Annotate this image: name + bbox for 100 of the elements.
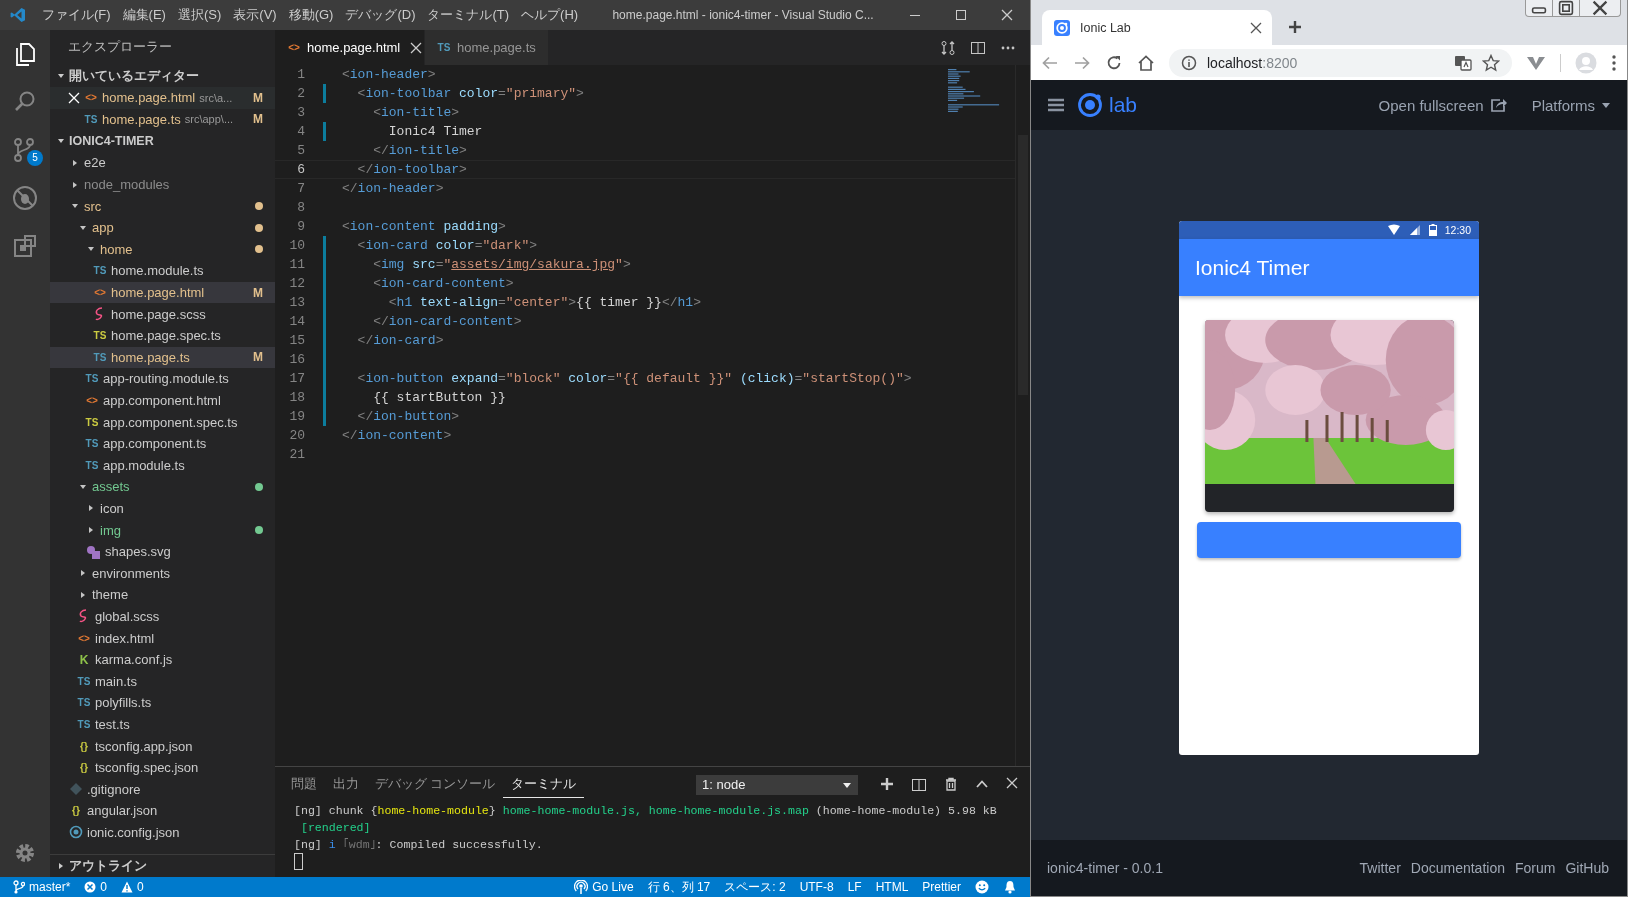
menu-item[interactable]: 編集(E) (116, 0, 172, 30)
folder-item[interactable]: e2e (50, 152, 275, 174)
folder-item[interactable]: environments (50, 562, 275, 585)
menu-item[interactable]: ヘルプ(H) (515, 0, 585, 30)
editor-tab[interactable]: <> home.page.html (275, 30, 425, 65)
status-item[interactable]: master* (6, 880, 78, 894)
folder-item[interactable]: app (50, 216, 275, 239)
line-number: 20 (288, 427, 305, 445)
footer-link[interactable]: Forum (1514, 860, 1556, 876)
status-item[interactable]: 0 (77, 880, 115, 894)
section-header[interactable]: 開いているエディター (50, 65, 275, 87)
home-icon[interactable] (1137, 53, 1155, 72)
file-item[interactable]: TS home.page.ts M (50, 346, 275, 369)
status-item[interactable]: Prettier (915, 880, 968, 894)
close-icon[interactable] (1250, 21, 1262, 34)
file-item[interactable]: TS home.page.spec.ts (50, 324, 275, 347)
status-item[interactable]: 0 (114, 880, 151, 894)
ts-file-icon: TS (85, 438, 99, 450)
menu-item[interactable]: 選択(S) (171, 0, 228, 30)
editor-tab[interactable]: TS home.page.ts (425, 30, 549, 65)
browser-tab[interactable]: Ionic Lab (1042, 10, 1272, 45)
branch-icon (13, 880, 25, 894)
star-icon[interactable] (1482, 53, 1500, 72)
folder-item[interactable]: icon (50, 497, 275, 520)
open-editor-item[interactable]: TS home.page.ts src\app\... M (50, 108, 275, 131)
file-item[interactable]: home.page.scss (50, 303, 275, 325)
file-item[interactable]: TS polyfills.ts (50, 692, 275, 714)
footer-link[interactable]: GitHub (1565, 860, 1609, 876)
file-item[interactable]: <> index.html (50, 627, 275, 649)
file-item[interactable]: TS main.ts (50, 670, 275, 693)
settings-icon[interactable] (13, 841, 37, 865)
open-editor-item[interactable]: <> home.page.html src\a... M (50, 87, 275, 109)
external-link-icon (1489, 97, 1508, 113)
file-item[interactable]: {} tsconfig.app.json (50, 735, 275, 757)
translate-icon[interactable] (1454, 53, 1472, 72)
file-item[interactable]: <> app.component.html (50, 389, 275, 412)
open-fullscreen-link[interactable]: Open fullscreen (1378, 96, 1508, 114)
maximize-icon[interactable] (955, 9, 967, 21)
more-icon[interactable] (1611, 53, 1617, 72)
start-button[interactable] (1197, 522, 1461, 558)
folder-item[interactable]: home (50, 238, 275, 261)
menu-item[interactable]: ファイル(F) (36, 0, 117, 30)
scrollbar[interactable] (1015, 65, 1030, 766)
ts-file-icon: TS (93, 351, 107, 363)
menu-icon[interactable] (1047, 97, 1065, 113)
status-item[interactable]: スペース: 2 (717, 878, 793, 896)
extensions-icon[interactable] (12, 233, 38, 259)
terminal-dropdown[interactable]: 1: node (696, 774, 858, 795)
panel-tab[interactable]: 出力 (325, 772, 367, 797)
ts-file-icon: TS (77, 675, 91, 687)
folder-item[interactable]: theme (50, 584, 275, 606)
menu-item[interactable]: ターミナル(T) (421, 0, 516, 30)
folder-item[interactable]: img (50, 519, 275, 541)
v-shape-icon[interactable] (1526, 54, 1546, 71)
compare-icon[interactable] (940, 39, 956, 56)
status-item[interactable]: Go Live (567, 880, 641, 894)
broadcast-icon (574, 880, 589, 894)
code-line: </ion-toolbar> (356, 161, 467, 179)
status-item[interactable]: LF (840, 880, 869, 894)
file-item[interactable]: {} angular.json (50, 800, 275, 822)
trash-icon[interactable] (944, 776, 958, 791)
panel-tab[interactable]: 問題 (283, 772, 325, 797)
bug-icon[interactable] (12, 185, 38, 211)
file-item[interactable]: .gitignore (50, 778, 275, 800)
file-item[interactable]: TS app.component.ts (50, 432, 275, 455)
menu-item[interactable]: 移動(G) (282, 0, 340, 30)
file-item[interactable]: ionic.config.json (50, 821, 275, 844)
address-bar[interactable]: localhost:8200 (1169, 48, 1512, 77)
file-item[interactable]: TS test.ts (50, 713, 275, 736)
file-item[interactable]: global.scss (50, 605, 275, 628)
reload-icon[interactable] (1105, 53, 1123, 72)
split-editor-icon[interactable] (970, 39, 986, 56)
file-item[interactable]: TS home.module.ts (50, 260, 275, 282)
plus-icon[interactable] (880, 776, 894, 791)
split-terminal-icon[interactable] (911, 776, 927, 793)
file-item[interactable]: shapes.svg (50, 540, 275, 563)
file-item[interactable]: {} tsconfig.spec.json (50, 756, 275, 779)
file-path: src\app\... (184, 113, 234, 126)
folder-item[interactable]: src (50, 195, 275, 217)
code-line: </ion-content> (342, 427, 452, 445)
status-item[interactable]: HTML (868, 880, 916, 894)
new-tab-icon[interactable] (1288, 20, 1302, 34)
section-header[interactable]: IONIC4-TIMER (50, 130, 275, 153)
file-item[interactable]: K karma.conf.js (50, 648, 275, 671)
panel-tab[interactable]: ターミナル (503, 771, 585, 798)
ts-spec-file-icon: TS (93, 330, 107, 342)
menu-item[interactable]: デバッグ(D) (339, 0, 422, 30)
file-item[interactable]: TS app.module.ts (50, 454, 275, 477)
footer-link[interactable]: Twitter (1359, 860, 1401, 876)
folder-item[interactable]: assets (50, 476, 275, 498)
status-item[interactable]: 行 6、列 17 (640, 878, 718, 896)
status-item[interactable]: UTF-8 (792, 880, 841, 894)
panel-tab[interactable]: デバッグ コンソール (367, 772, 504, 797)
file-item[interactable]: TS app.component.spec.ts (50, 411, 275, 433)
file-item[interactable]: TS app-routing.module.ts (50, 368, 275, 390)
footer-link[interactable]: Documentation (1410, 860, 1505, 876)
platforms-dropdown[interactable]: Platforms (1531, 96, 1611, 114)
file-item[interactable]: <> home.page.html M (50, 281, 275, 304)
folder-item[interactable]: node_modules (50, 173, 275, 196)
menu-item[interactable]: 表示(V) (227, 0, 283, 30)
